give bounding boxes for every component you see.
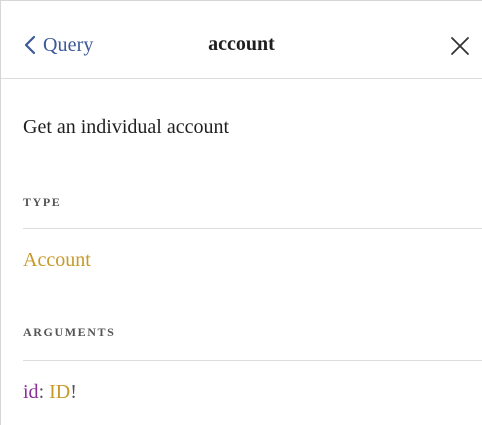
argument-type-link[interactable]: ID [49,381,70,404]
type-section-title: TYPE [23,195,62,209]
doc-explorer-panel: Query account Get an individual account … [0,0,482,425]
close-icon[interactable] [450,36,470,56]
argument-name[interactable]: id [23,381,39,404]
doc-explorer-header: Query account [1,1,482,79]
type-section-divider [23,228,482,229]
field-description: Get an individual account [23,116,230,138]
arguments-section-title: ARGUMENTS [23,325,116,339]
argument-item: id : ID ! [23,381,77,404]
back-button-label: Query [43,33,94,56]
arguments-section-divider [23,360,482,361]
argument-separator: : [38,381,45,403]
type-link[interactable]: Account [23,249,91,272]
argument-non-null-marker: ! [70,381,77,403]
chevron-left-icon [24,35,36,55]
back-button[interactable]: Query [23,31,93,59]
